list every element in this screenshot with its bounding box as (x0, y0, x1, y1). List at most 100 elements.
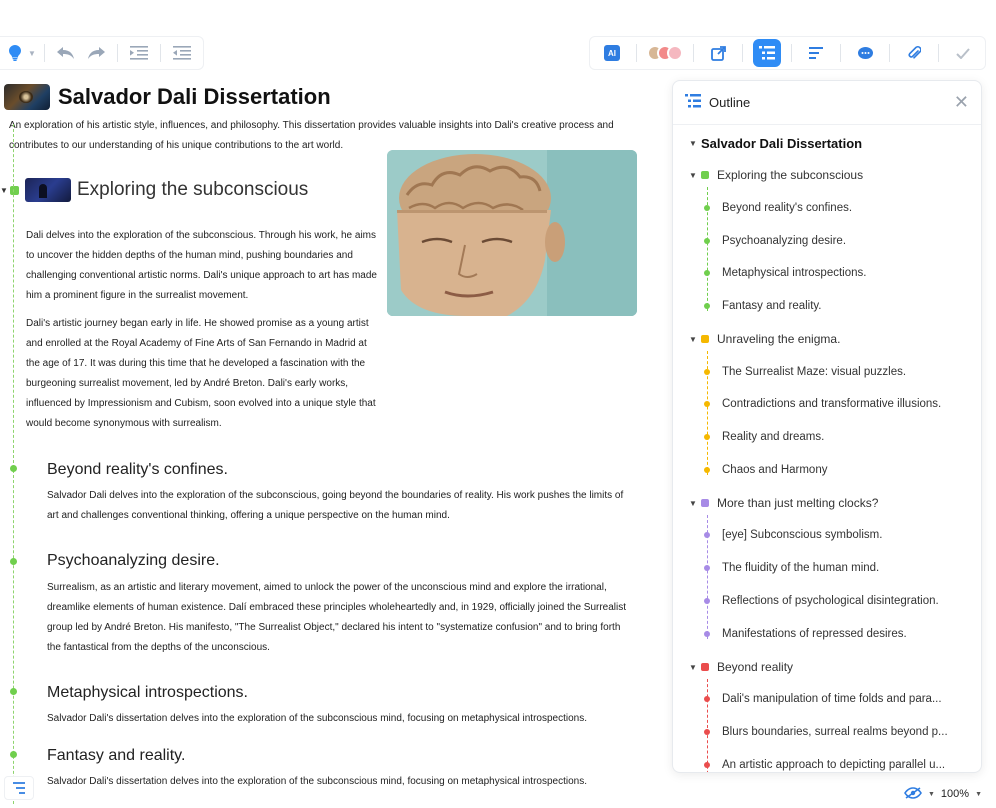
share-icon[interactable] (704, 39, 732, 67)
outline-section[interactable]: ▼ More than just melting clocks? (689, 493, 878, 513)
subsection-title[interactable]: Beyond reality's confines. (47, 461, 228, 479)
outline-dot (704, 369, 710, 375)
indent-icon[interactable] (126, 40, 152, 66)
chevron-down-icon[interactable]: ▼ (928, 791, 935, 798)
outline-header: Outline ✕ (673, 81, 981, 125)
paragraph[interactable]: Dali delves into the exploration of the … (26, 226, 381, 306)
outdent-icon[interactable] (169, 40, 195, 66)
toolbar-divider (938, 44, 939, 62)
subsection-title[interactable]: Metaphysical introspections. (47, 684, 248, 702)
view-toolbar: AI (589, 36, 986, 70)
outline-item[interactable]: Dali's manipulation of time folds and pa… (722, 689, 942, 709)
outline-item[interactable]: Metaphysical introspections. (722, 263, 866, 283)
outline-item[interactable]: The Surrealist Maze: visual puzzles. (722, 362, 906, 382)
subsection-text[interactable]: Surrealism, as an artistic and literary … (47, 578, 627, 658)
chevron-down-icon[interactable]: ▼ (975, 791, 982, 798)
editor-toolbar: ▼ (0, 36, 204, 70)
outline-root-item[interactable]: ▼ Salvador Dali Dissertation (689, 133, 862, 153)
outline-section[interactable]: ▼ Exploring the subconscious (689, 165, 863, 185)
outline-icon (685, 94, 701, 111)
subsection-text[interactable]: Salvador Dali's dissertation delves into… (47, 772, 627, 792)
close-icon[interactable]: ✕ (954, 92, 969, 113)
paragraph[interactable]: Dali's artistic journey began early in l… (26, 314, 381, 434)
outline-dot (704, 696, 710, 702)
outline-dot (704, 565, 710, 571)
collapse-caret-icon[interactable]: ▼ (0, 186, 8, 195)
outline-icon (759, 46, 775, 60)
outline-section[interactable]: ▼ Unraveling the enigma. (689, 329, 840, 349)
toolbar-divider (791, 44, 792, 62)
outline-dot (704, 238, 710, 244)
topic-header[interactable]: ▼ Exploring the subconscious (0, 176, 308, 204)
lightbulb-icon[interactable] (2, 40, 28, 66)
eye-hidden-icon[interactable] (904, 786, 922, 802)
topic-thumbnail[interactable] (25, 178, 71, 202)
node-dot (10, 751, 17, 758)
outline-title: Outline (709, 95, 751, 110)
toolbar-divider (43, 44, 45, 62)
outline-root-label: Salvador Dali Dissertation (701, 135, 863, 151)
avatar (667, 45, 683, 61)
outline-item[interactable]: An artistic approach to depicting parall… (722, 755, 945, 772)
outline-item[interactable]: Reality and dreams. (722, 427, 824, 447)
subsection-text[interactable]: Salvador Dali delves into the exploratio… (47, 486, 627, 526)
topic-body[interactable]: Dali delves into the exploration of the … (26, 226, 381, 442)
document-title[interactable]: Salvador Dali Dissertation (58, 84, 331, 110)
check-icon[interactable] (949, 39, 977, 67)
outline-item[interactable]: Manifestations of repressed desires. (722, 624, 907, 644)
subsection-text[interactable]: Salvador Dali's dissertation delves into… (47, 709, 627, 729)
outline-item[interactable]: Beyond reality's confines. (722, 198, 852, 218)
text-format-icon[interactable] (802, 39, 830, 67)
toolbar-divider (889, 44, 890, 62)
collapse-caret-icon[interactable]: ▼ (689, 663, 701, 672)
toolbar-divider (840, 44, 841, 62)
outline-item[interactable]: Fantasy and reality. (722, 296, 822, 316)
collapse-caret-icon[interactable]: ▼ (689, 335, 701, 344)
section-color-marker (701, 663, 709, 671)
outline-item[interactable]: Contradictions and transformative illusi… (722, 394, 941, 414)
undo-icon[interactable] (53, 40, 79, 66)
outline-section-label: More than just melting clocks? (717, 496, 879, 510)
node-dot (10, 558, 17, 565)
subsection-title[interactable]: Psychoanalyzing desire. (47, 552, 220, 570)
collapse-caret-icon[interactable]: ▼ (689, 139, 701, 148)
attachment-icon[interactable] (900, 39, 928, 67)
outline-dot (704, 598, 710, 604)
outline-dot (704, 631, 710, 637)
outline-dot (704, 532, 710, 538)
ai-icon[interactable]: AI (598, 39, 626, 67)
outline-section-label: Unraveling the enigma. (717, 332, 841, 346)
ai-badge: AI (604, 45, 620, 61)
outline-section[interactable]: ▼ Beyond reality (689, 657, 793, 677)
redo-icon[interactable] (83, 40, 109, 66)
toolbar-divider (742, 44, 743, 62)
outline-item[interactable]: The fluidity of the human mind. (722, 558, 879, 578)
document-canvas: Salvador Dali Dissertation An exploratio… (0, 80, 650, 202)
outline-connector (707, 679, 708, 772)
outline-dot (704, 762, 710, 768)
outline-item[interactable]: Blurs boundaries, surreal realms beyond … (722, 722, 948, 742)
collaborators-avatars[interactable] (647, 45, 683, 61)
dali-head-image[interactable] (387, 150, 637, 316)
topic-bullet (10, 185, 19, 195)
chevron-down-icon[interactable]: ▼ (28, 49, 36, 58)
outline-item[interactable]: Psychoanalyzing desire. (722, 231, 846, 251)
outline-item[interactable]: [eye] Subconscious symbolism. (722, 525, 882, 545)
structure-toggle-icon[interactable] (4, 776, 34, 800)
document-title-row: Salvador Dali Dissertation (0, 80, 650, 114)
outline-item[interactable]: Chaos and Harmony (722, 460, 827, 480)
zoom-level[interactable]: 100% (941, 788, 969, 800)
section-color-marker (701, 499, 709, 507)
collapse-caret-icon[interactable]: ▼ (689, 171, 701, 180)
topic-title[interactable]: Exploring the subconscious (77, 179, 308, 201)
section-color-marker (701, 171, 709, 179)
node-dot (10, 688, 17, 695)
outline-toggle-button[interactable] (753, 39, 781, 67)
node-dot (10, 465, 17, 472)
outline-item[interactable]: Reflections of psychological disintegrat… (722, 591, 939, 611)
subsection-title[interactable]: Fantasy and reality. (47, 747, 185, 765)
document-cover-thumbnail[interactable] (4, 84, 50, 110)
toolbar-divider (159, 44, 161, 62)
comment-icon[interactable] (851, 39, 879, 67)
collapse-caret-icon[interactable]: ▼ (689, 499, 701, 508)
